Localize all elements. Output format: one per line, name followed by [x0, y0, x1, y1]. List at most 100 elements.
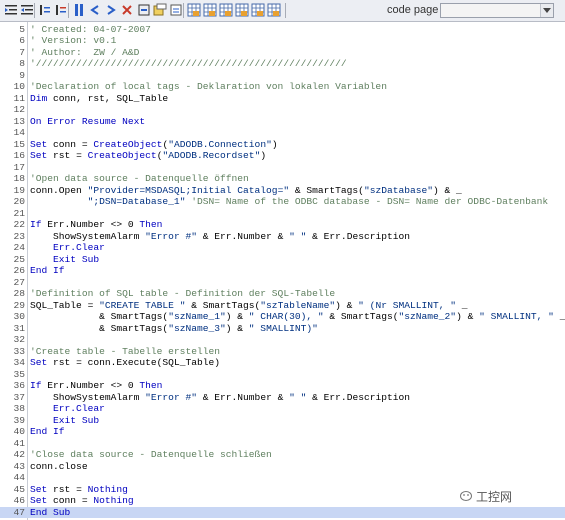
code-token: "Provider=MSDASQL;Initial Catalog=" [87, 184, 290, 196]
replace-icon[interactable] [169, 3, 183, 17]
code-token: " (Nr SMALLINT, " [358, 299, 457, 311]
code-page-select[interactable] [440, 3, 554, 18]
code-token: SQL_Table = [30, 299, 100, 311]
code-text: End Sub [30, 507, 70, 519]
code-line[interactable]: 14 [0, 127, 565, 139]
code-line[interactable]: 7 ' Author: ZW / A&D [0, 47, 565, 59]
code-line[interactable]: 21 [0, 208, 565, 220]
code-line[interactable]: 17 [0, 162, 565, 174]
indent-icon[interactable] [4, 3, 18, 17]
clear-bookmarks-icon[interactable] [120, 3, 134, 17]
code-line[interactable]: 18 'Open data source - Datenquelle öffnen [0, 173, 565, 185]
code-editor[interactable]: 5 ' Created: 04-07-2007 6 ' Version: v0.1 7 '… [0, 22, 565, 520]
line-number: 31 [13, 322, 25, 334]
code-line[interactable]: 34 Set rst = conn.Execute(SQL_Table) [0, 357, 565, 369]
code-token: ) & _ [433, 184, 462, 196]
code-token: rst = [47, 483, 88, 495]
code-token: Set [30, 495, 48, 506]
comment-icon[interactable] [38, 3, 52, 17]
line-number: 29 [13, 299, 25, 311]
code-token: End If [30, 265, 65, 276]
code-line[interactable]: 44 [0, 472, 565, 484]
code-token: ) [271, 138, 278, 150]
find-icon[interactable] [153, 3, 167, 17]
code-token: ShowSystemAlarm [30, 391, 146, 403]
line-number: 6 [19, 35, 25, 46]
grid4-icon[interactable] [235, 3, 249, 17]
code-line[interactable]: 13 On Error Resume Next [0, 116, 565, 128]
code-line[interactable]: 43 conn.close [0, 461, 565, 473]
code-token: If [30, 380, 42, 391]
grid5-icon[interactable] [251, 3, 265, 17]
code-line[interactable]: 11 Dim conn, rst, SQL_Table [0, 93, 565, 105]
goto-icon[interactable] [137, 3, 151, 17]
line-number: 26 [13, 265, 25, 276]
code-token: ' Version: v0.1 [30, 35, 117, 46]
uncomment-icon[interactable] [54, 3, 68, 17]
code-line[interactable]: 6 ' Version: v0.1 [0, 35, 565, 47]
line-number: 30 [13, 311, 25, 322]
outdent-icon[interactable] [20, 3, 34, 17]
code-line[interactable]: 23 ShowSystemAlarm "Error #" & Err.Numbe… [0, 231, 565, 243]
line-number: 36 [13, 380, 25, 391]
code-token: & Err.Number & [196, 391, 290, 403]
code-text: On Error Resume Next [30, 116, 145, 128]
code-line[interactable]: 39 Exit Sub [0, 415, 565, 427]
code-line[interactable]: 37 ShowSystemAlarm "Error #" & Err.Numbe… [0, 392, 565, 404]
code-token: rst = conn.Execute(SQL_Table) [47, 357, 220, 368]
code-line[interactable]: 24 Err.Clear [0, 242, 565, 254]
code-line[interactable]: 35 [0, 369, 565, 381]
code-line[interactable]: 26 End If [0, 265, 565, 277]
code-text: ' Version: v0.1 [30, 35, 116, 47]
code-token: "szDatabase" [363, 184, 434, 196]
code-line[interactable]: 29 SQL_Table = "CREATE TABLE " & SmartTag… [0, 300, 565, 312]
code-line[interactable]: 27 [0, 277, 565, 289]
line-number: 33 [13, 345, 25, 357]
grid2-icon[interactable] [203, 3, 217, 17]
code-line[interactable]: 40 End If [0, 426, 565, 438]
code-line[interactable]: 16 Set rst = CreateObject("ADODB.Recordse… [0, 150, 565, 162]
code-token: "CREATE TABLE " [99, 299, 186, 311]
code-line[interactable]: 12 [0, 104, 565, 116]
grid1-icon[interactable] [187, 3, 201, 17]
code-text: 'Open data source - Datenquelle öffnen [30, 173, 249, 185]
code-token: & SmartTags( [30, 311, 169, 322]
code-line[interactable]: 36 If Err.Number <> 0 Then [0, 380, 565, 392]
chevron-down-icon[interactable] [540, 4, 553, 17]
line-number: 34 [13, 357, 25, 368]
code-line[interactable]: 9 [0, 70, 565, 82]
code-line[interactable]: 28 'Definition of SQL table - Definition … [0, 288, 565, 300]
code-token: End Sub [30, 506, 71, 518]
code-line[interactable]: 42 'Close data source - Datenquelle schli… [0, 449, 565, 461]
code-line[interactable]: 30 & SmartTags("szName_1") & " CHAR(30),… [0, 311, 565, 323]
code-line[interactable]: 19 conn.Open "Provider=MSDASQL;Initial Ca… [0, 185, 565, 197]
code-line[interactable]: 32 [0, 334, 565, 346]
code-token: ) & [225, 311, 249, 322]
code-token: Err.Number <> 0 [41, 380, 140, 391]
grid6-icon[interactable] [267, 3, 281, 17]
code-line[interactable]: 41 [0, 438, 565, 450]
grid3-icon[interactable] [219, 3, 233, 17]
code-line[interactable]: 10 'Declaration of local tags - Deklarati… [0, 81, 565, 93]
code-line[interactable]: 31 & SmartTags("szName_3") & " SMALLINT)… [0, 323, 565, 335]
code-text: conn.Open "Provider=MSDASQL;Initial Cata… [30, 185, 462, 197]
next-bookmark-icon[interactable] [104, 3, 118, 17]
code-token: End If [30, 426, 65, 437]
line-number: 38 [13, 403, 25, 414]
bookmark-icon[interactable] [72, 3, 86, 17]
code-line[interactable]: 20 ";DSN=Database_1" 'DSN= Name of the O… [0, 196, 565, 208]
code-line[interactable]: 47 End Sub [0, 506, 565, 519]
code-line[interactable]: 5 ' Created: 04-07-2007 [0, 24, 565, 36]
prev-bookmark-icon[interactable] [88, 3, 102, 17]
line-number: 23 [13, 230, 25, 242]
code-line[interactable]: 15 Set conn = CreateObject("ADODB.Connect… [0, 139, 565, 151]
code-line[interactable]: 22 If Err.Number <> 0 Then [0, 219, 565, 231]
code-text: Set conn = Nothing [30, 495, 134, 507]
code-token: conn.close [30, 460, 88, 472]
code-line[interactable]: 33 'Create table - Tabelle erstellen [0, 346, 565, 358]
code-token: CreateObject [93, 138, 163, 150]
code-line[interactable]: 25 Exit Sub [0, 254, 565, 266]
code-line[interactable]: 8 '//////////////////////////////////////… [0, 58, 565, 70]
code-line[interactable]: 38 Err.Clear [0, 403, 565, 415]
